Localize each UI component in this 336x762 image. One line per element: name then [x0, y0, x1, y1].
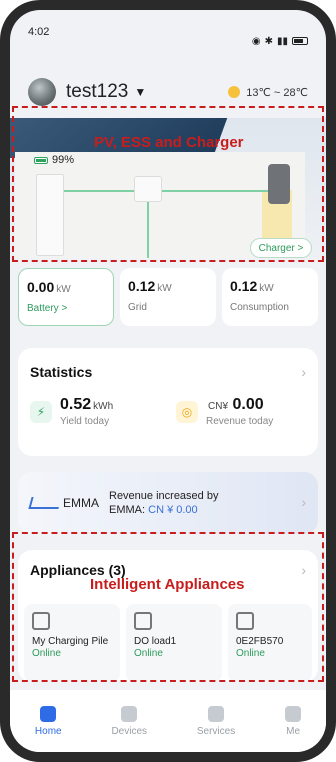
- metric-unit: kW: [56, 284, 71, 295]
- coins-icon: ◎: [176, 400, 198, 423]
- annotation-box-appliances: [12, 532, 324, 682]
- chevron-right-icon: ›: [301, 364, 306, 380]
- battery-icon: [292, 37, 308, 45]
- eye-icon: ◉: [251, 35, 261, 47]
- app-screen: 4:02 ◉ ✱ ▮▮ test123 ▼ 13℃ ~ 28℃ 99% Char…: [10, 10, 326, 752]
- annotation-pv-label: PV, ESS and Charger: [94, 134, 244, 151]
- metric-value: 0.00: [27, 279, 55, 295]
- revenue-value: 0.00: [232, 396, 264, 413]
- nav-devices-label: Devices: [111, 725, 148, 737]
- user-switcher[interactable]: test123 ▼: [28, 78, 146, 106]
- emma-line2-prefix: EMMA:: [109, 504, 149, 516]
- emma-amount: CN ¥ 0.00: [148, 504, 198, 516]
- nav-me-label: Me: [286, 725, 301, 737]
- weather: 13℃ ~ 28℃: [228, 86, 308, 99]
- metric-unit: kW: [259, 283, 274, 294]
- revenue-today: ◎ CN¥ 0.00 Revenue today: [176, 396, 273, 427]
- services-icon: [208, 705, 225, 722]
- metric-label: Consumption: [230, 302, 289, 313]
- emma-message: Revenue increased by EMMA: CN ¥ 0.00: [109, 489, 218, 517]
- statistics-card[interactable]: Statistics › ⚡ 0.52 kWh Yield today ◎ CN¥…: [18, 348, 318, 456]
- status-time: 4:02: [28, 26, 50, 38]
- signal-icon: ▮▮: [276, 35, 288, 47]
- yield-label: Yield today: [60, 416, 110, 427]
- emma-banner[interactable]: EMMA Revenue increased by EMMA: CN ¥ 0.0…: [18, 472, 318, 534]
- revenue-label: Revenue today: [206, 416, 274, 427]
- annotation-appliances-label: Intelligent Appliances: [90, 576, 245, 593]
- yield-today: ⚡ 0.52 kWh Yield today: [30, 396, 113, 427]
- home-icon: [40, 705, 57, 722]
- revenue-currency: CN¥: [208, 401, 229, 412]
- devices-icon: [121, 705, 138, 722]
- emma-logo-text: EMMA: [63, 496, 99, 510]
- nav-services[interactable]: Services: [196, 705, 236, 737]
- nav-devices[interactable]: Devices: [111, 705, 148, 737]
- statistics-title: Statistics: [30, 364, 93, 380]
- metric-grid[interactable]: 0.12 kW Grid: [120, 268, 216, 326]
- annotation-box-pv: [12, 106, 324, 262]
- sun-icon: [228, 86, 241, 98]
- username: test123: [66, 81, 129, 102]
- metric-label: Grid: [128, 302, 147, 313]
- metric-value: 0.12: [230, 278, 258, 294]
- emma-wave-icon: [28, 497, 62, 509]
- nav-me[interactable]: Me: [285, 705, 302, 737]
- nav-home-label: Home: [34, 725, 62, 737]
- chevron-right-icon: ›: [301, 494, 306, 510]
- yield-unit: kWh: [93, 401, 114, 412]
- metric-value: 0.12: [128, 278, 156, 294]
- emma-line1: Revenue increased by: [109, 490, 219, 502]
- lightning-icon: ⚡: [30, 400, 52, 423]
- yield-value: 0.52: [60, 396, 92, 413]
- status-icons: ◉ ✱ ▮▮: [252, 26, 308, 56]
- nav-services-label: Services: [196, 725, 236, 737]
- metric-battery[interactable]: 0.00 kW Battery >: [18, 268, 114, 326]
- metric-consumption[interactable]: 0.12 kW Consumption: [222, 268, 318, 326]
- status-bar: 4:02 ◉ ✱ ▮▮: [10, 10, 326, 56]
- metric-label: Battery >: [27, 303, 68, 314]
- avatar: [28, 78, 56, 106]
- bluetooth-icon: ✱: [264, 35, 273, 47]
- temperature-range: 13℃ ~ 28℃: [246, 86, 308, 99]
- metric-unit: kW: [157, 283, 172, 294]
- emma-logo: EMMA: [28, 496, 99, 510]
- bottom-navigation: Home Devices Services Me: [10, 690, 326, 752]
- nav-home[interactable]: Home: [34, 705, 62, 737]
- dropdown-caret-icon: ▼: [134, 85, 147, 99]
- profile-icon: [285, 705, 302, 722]
